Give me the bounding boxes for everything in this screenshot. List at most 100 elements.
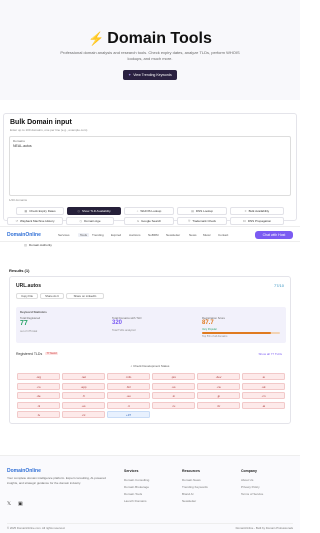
domains-label: Domains	[13, 139, 25, 143]
footer-link[interactable]: Trending Keywords	[182, 485, 208, 489]
nav-contact[interactable]: Contact	[218, 233, 228, 237]
tld-chip[interactable]: .org	[17, 373, 60, 380]
tld-chip[interactable]: .in	[152, 392, 195, 399]
tool-wayback[interactable]: ↺ Wayback Machine History	[7, 217, 63, 225]
footer-link[interactable]: Brand AI	[182, 492, 194, 496]
tool-dns[interactable]: ▤ DNS Lookup	[177, 207, 227, 215]
footer-link[interactable]: Domain News	[182, 478, 201, 482]
bulk-subtitle: Enter up to 100 domains, one per line (e…	[10, 128, 88, 132]
history-icon: ↺	[15, 219, 18, 223]
nav-expired[interactable]: Expired	[111, 233, 121, 237]
hero-subtitle: Professional domain analysis and researc…	[60, 50, 240, 61]
footer-link[interactable]: Domain Tools	[124, 492, 142, 496]
footer-credit: DomainOnline - Built by Domain Professio…	[235, 526, 293, 530]
tld-chip[interactable]: .biz	[107, 382, 150, 390]
globe-icon: ◎	[77, 209, 80, 213]
tool-domain-authority[interactable]: ▥ Domain Authority	[16, 242, 60, 250]
page-title: ⚡ Domain Tools	[88, 30, 212, 47]
footer: DomainOnline Your complete domain intell…	[0, 455, 300, 533]
tld-chip[interactable]: .es	[62, 401, 105, 409]
stat-badge-popular: Very Popular	[202, 328, 217, 331]
nav-music[interactable]: Music	[203, 233, 211, 237]
footer-link[interactable]: About Us	[241, 478, 253, 482]
tld-chip[interactable]: .io	[242, 373, 285, 380]
nav-services[interactable]: Services	[58, 233, 70, 237]
nav-logo[interactable]: DomainOnline	[7, 232, 41, 238]
list-icon: ≡	[244, 209, 247, 213]
top-nav: DomainOnline Services Tools Trending Exp…	[0, 226, 300, 242]
tld-chip[interactable]: .ai	[242, 401, 285, 409]
footer-link[interactable]: Privacy Policy	[241, 485, 260, 489]
show-all-link[interactable]: Show all 77 TLDs	[259, 352, 282, 356]
tld-chip[interactable]: .us	[152, 382, 195, 390]
tld-chip[interactable]: .dev	[197, 373, 240, 380]
stat-sub-registered: out of 175 total	[20, 330, 38, 333]
tool-propagation[interactable]: ⋈ DNS Propagation	[230, 217, 284, 225]
nav-tools[interactable]: Tools	[78, 233, 90, 237]
footer-col-services: Services	[124, 469, 139, 473]
footer-link[interactable]: Launch Domains	[124, 499, 147, 503]
nav-nobrm[interactable]: NoBRM	[148, 233, 159, 237]
tld-chip[interactable]: .net	[62, 373, 105, 380]
registered-label: Registered TLDs	[16, 352, 43, 356]
stat-sub-total: Total TLDs analyzed	[112, 329, 136, 332]
domain-count: 1/20 domains	[9, 198, 28, 202]
chat-button[interactable]: Chat with Host	[255, 231, 293, 239]
more-tlds-button[interactable]: +37	[107, 411, 150, 418]
share-linkedin-button[interactable]: Share on LinkedIn	[66, 293, 104, 299]
footer-col-resources: Resources	[182, 469, 200, 473]
score-bar-fill	[202, 332, 271, 334]
tld-chip[interactable]: .pro	[152, 373, 195, 380]
tld-chip[interactable]: .ca	[197, 382, 240, 390]
trending-keywords-button[interactable]: ✦ View Trending Keywords	[123, 70, 177, 80]
footer-col-company: Company	[241, 469, 257, 473]
domains-textarea[interactable]: Domains NEAL.autos	[9, 136, 291, 196]
tld-chip[interactable]: .info	[107, 373, 150, 380]
tld-chip[interactable]: .uk	[242, 382, 285, 390]
bulk-title: Bulk Domain input	[10, 119, 72, 126]
nav-news[interactable]: News	[189, 233, 197, 237]
tld-chip[interactable]: .tv	[17, 411, 60, 418]
tld-chip[interactable]: .br	[197, 401, 240, 409]
registered-badge: 77 found	[45, 352, 59, 355]
tool-tld-availability[interactable]: ◎ Show TLD Availability	[67, 207, 121, 215]
footer-link[interactable]: Terms of Service	[241, 492, 263, 496]
stat-value-total: 320	[112, 320, 123, 326]
tld-chip[interactable]: .app	[62, 382, 105, 390]
nav-newsletter[interactable]: Newsletter	[166, 233, 180, 237]
nav-auctions[interactable]: Auctions	[129, 233, 141, 237]
tool-trademark[interactable]: ⛨ Trademark Check	[177, 217, 227, 225]
sparkle-icon: ✦	[128, 73, 132, 77]
tool-domain-age[interactable]: ◷ Domain Age	[66, 217, 114, 225]
tld-chip[interactable]: .cc	[62, 411, 105, 418]
tld-chip[interactable]: .nl	[17, 401, 60, 409]
tld-chip[interactable]: .it	[107, 401, 150, 409]
nav-trending[interactable]: Trending	[92, 233, 104, 237]
stat-value-registered: 77	[20, 320, 28, 327]
tld-chip[interactable]: .au	[107, 392, 150, 399]
dev-status-link[interactable]: ⌕ Check Development Status	[10, 364, 290, 368]
calendar-icon: ▦	[24, 209, 28, 213]
tld-chip[interactable]: .ru	[152, 401, 195, 409]
tool-whois[interactable]: ⌕ WHOIS Lookup	[124, 207, 174, 215]
copy-file-button[interactable]: Copy File	[16, 293, 38, 299]
footer-link[interactable]: Domain Consulting	[124, 478, 149, 482]
copyright: © 2025 DomainOnline.com. All rights rese…	[7, 526, 66, 530]
linkedin-icon[interactable]: ▣	[18, 501, 23, 507]
tool-google[interactable]: G Google Search	[124, 217, 174, 225]
tool-check-expiry[interactable]: ▦ Check Expiry Dates	[16, 207, 64, 215]
stat-value-score: 87.7	[202, 320, 214, 326]
tld-chip[interactable]: .jp	[197, 392, 240, 399]
share-button[interactable]: Share As It	[40, 293, 64, 299]
tld-chip[interactable]: .co	[17, 382, 60, 390]
tld-chip[interactable]: .de	[17, 392, 60, 399]
stats-title: Keyword Statistics	[20, 310, 47, 314]
tld-chip[interactable]: .cn	[242, 392, 285, 399]
server-icon: ▤	[191, 209, 194, 213]
tool-bulk[interactable]: ≡ Bulk Availability	[230, 207, 284, 215]
x-icon[interactable]: 𝕏	[7, 501, 11, 507]
footer-link[interactable]: Newsletter	[182, 499, 196, 503]
footer-logo[interactable]: DomainOnline	[7, 468, 41, 474]
footer-link[interactable]: Domain Brokerage	[124, 485, 149, 489]
tld-chip[interactable]: .fr	[62, 392, 105, 399]
